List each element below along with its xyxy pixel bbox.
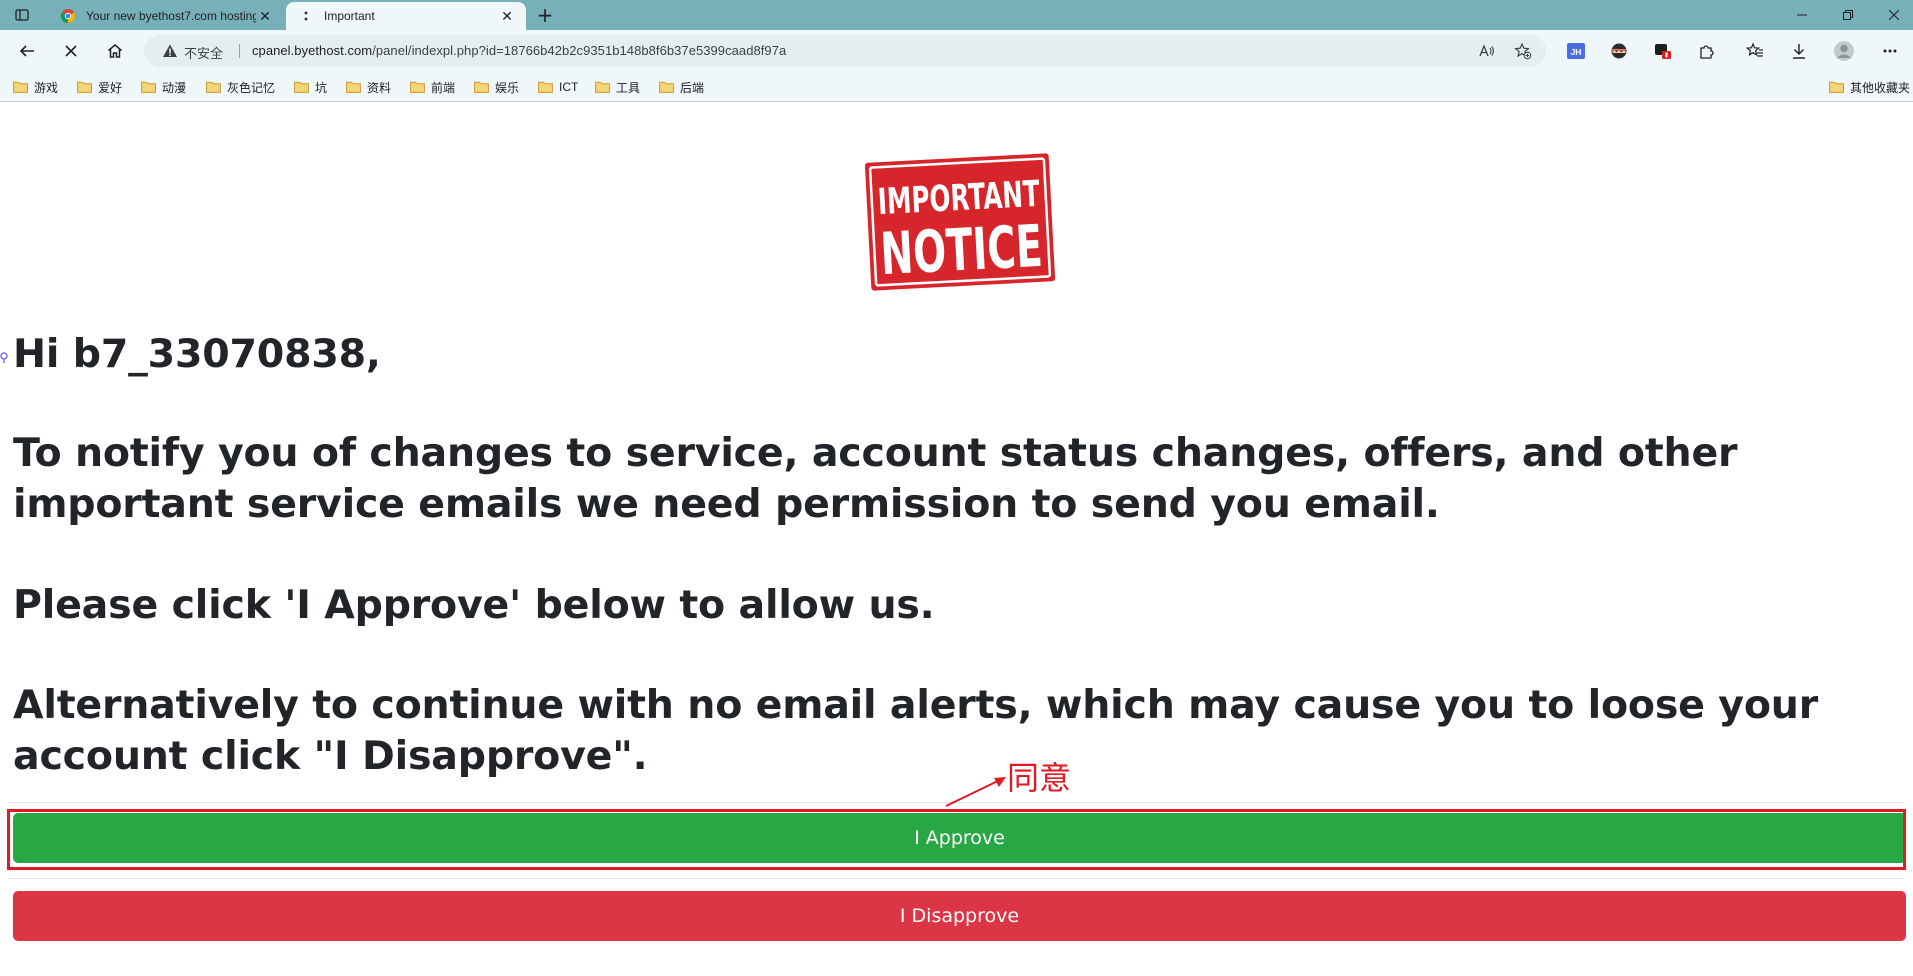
loading-icon [298, 8, 314, 24]
bookmark-label: ICT [559, 80, 579, 94]
folder-icon [474, 81, 489, 93]
stop-loading-icon[interactable] [59, 39, 83, 63]
notice-paragraph: To notify you of changes to service, acc… [13, 430, 1738, 527]
bookmark-label: 游戏 [34, 80, 59, 95]
text-cursor-icon [0, 352, 8, 363]
bookmark-folder[interactable]: 前端 [410, 78, 455, 96]
disapprove-button[interactable]: I Disapprove [13, 891, 1906, 941]
important-notice-stamp: IMPORTANT NOTICE [864, 153, 1056, 291]
url-host: cpanel.byethost.com [252, 43, 373, 58]
warning-icon[interactable] [162, 43, 178, 59]
tab-title: Your new byethost7.com hosting [86, 9, 256, 23]
stamp-line-2: NOTICE [879, 212, 1044, 288]
bookmark-folder[interactable]: 工具 [595, 78, 640, 96]
folder-icon [77, 81, 92, 93]
annotation-arrow-icon [945, 777, 1006, 807]
more-options-icon[interactable] [1879, 40, 1901, 62]
annotation-label: 同意 [1007, 759, 1072, 797]
divider [8, 878, 1905, 879]
approve-button[interactable]: I Approve [13, 813, 1906, 863]
bookmark-folder[interactable]: 资料 [346, 78, 391, 96]
bookmark-label: 后端 [680, 80, 705, 95]
browser-toolbar: 不安全 cpanel.byethost.com/panel/indexpl.ph… [0, 30, 1913, 72]
bookmark-label: 资料 [367, 80, 392, 95]
minimize-icon[interactable] [1779, 0, 1825, 30]
folder-icon [410, 81, 425, 93]
bookmark-label: 工具 [616, 80, 641, 95]
bookmark-label: 其他收藏夹 [1850, 80, 1911, 95]
folder-icon [206, 81, 221, 93]
favorites-icon[interactable] [1744, 40, 1766, 62]
bookmark-label: 灰色记忆 [227, 80, 276, 95]
bookmark-folder[interactable]: 坑 [294, 78, 327, 96]
bookmarks-bar: 游戏 爱好 动漫 灰色记忆 坑 资料 前端 娱乐 ICT 工具 后端 其他收藏夹 [0, 72, 1913, 102]
bookmark-label: 动漫 [162, 80, 187, 95]
restore-icon[interactable] [1825, 0, 1871, 30]
folder-icon [595, 81, 610, 93]
folder-icon [346, 81, 361, 93]
instruction-paragraph: Please click 'I Approve' below to allow … [13, 582, 935, 628]
url-path: /panel/indexpl.php?id=18766b42b2c9351b14… [372, 43, 787, 58]
bookmark-label: 娱乐 [495, 80, 520, 95]
bookmark-folder[interactable]: 娱乐 [474, 78, 519, 96]
bookmark-folder[interactable]: 游戏 [13, 78, 58, 96]
download-icon[interactable] [1788, 40, 1810, 62]
profile-avatar-icon[interactable] [1833, 40, 1855, 62]
address-bar[interactable]: 不安全 cpanel.byethost.com/panel/indexpl.ph… [144, 35, 1546, 67]
notification-extension-icon[interactable] [1652, 40, 1674, 62]
tab-byethost[interactable]: Your new byethost7.com hosting ✕ [48, 2, 284, 30]
tab-title: Important [324, 9, 375, 23]
bookmark-folder[interactable]: ICT [538, 78, 578, 96]
read-aloud-icon[interactable] [1478, 42, 1496, 60]
folder-icon [13, 81, 28, 93]
folder-icon [141, 81, 156, 93]
folder-icon [294, 81, 309, 93]
security-label[interactable]: 不安全 [184, 43, 223, 62]
close-icon[interactable]: ✕ [498, 7, 516, 25]
jh-extension-icon[interactable]: JH [1565, 40, 1587, 62]
folder-icon [1829, 81, 1844, 93]
chrome-favicon-icon [60, 8, 76, 24]
greeting-text: Hi b7_33070838, [13, 331, 381, 377]
bookmark-folder[interactable]: 动漫 [141, 78, 186, 96]
folder-icon [659, 81, 674, 93]
bookmark-label: 爱好 [98, 80, 123, 95]
tab-actions-icon[interactable] [14, 7, 30, 23]
other-bookmarks-folder[interactable]: 其他收藏夹 [1829, 78, 1910, 96]
extensions-puzzle-icon[interactable] [1696, 40, 1718, 62]
bookmark-label: 前端 [431, 80, 456, 95]
alternative-paragraph: Alternatively to continue with no email … [13, 682, 1818, 779]
bookmark-folder[interactable]: 爱好 [77, 78, 122, 96]
close-window-icon[interactable] [1871, 0, 1913, 30]
tab-important[interactable]: Important ✕ [286, 2, 526, 30]
folder-icon [538, 81, 553, 93]
jh-badge: JH [1571, 47, 1582, 57]
bookmark-folder[interactable]: 灰色记忆 [206, 78, 275, 96]
close-icon[interactable]: ✕ [256, 7, 274, 25]
bookmark-label: 坑 [315, 80, 328, 95]
add-favorite-icon[interactable] [1514, 42, 1532, 60]
ninja-extension-icon[interactable] [1608, 40, 1630, 62]
url-text[interactable]: cpanel.byethost.com/panel/indexpl.php?id… [252, 43, 786, 58]
tab-strip: Your new byethost7.com hosting ✕ Importa… [0, 0, 1913, 30]
new-tab-icon[interactable]: + [534, 4, 556, 26]
home-icon[interactable] [103, 39, 127, 63]
address-divider [239, 44, 240, 58]
back-icon[interactable] [15, 39, 39, 63]
bookmark-folder[interactable]: 后端 [659, 78, 704, 96]
